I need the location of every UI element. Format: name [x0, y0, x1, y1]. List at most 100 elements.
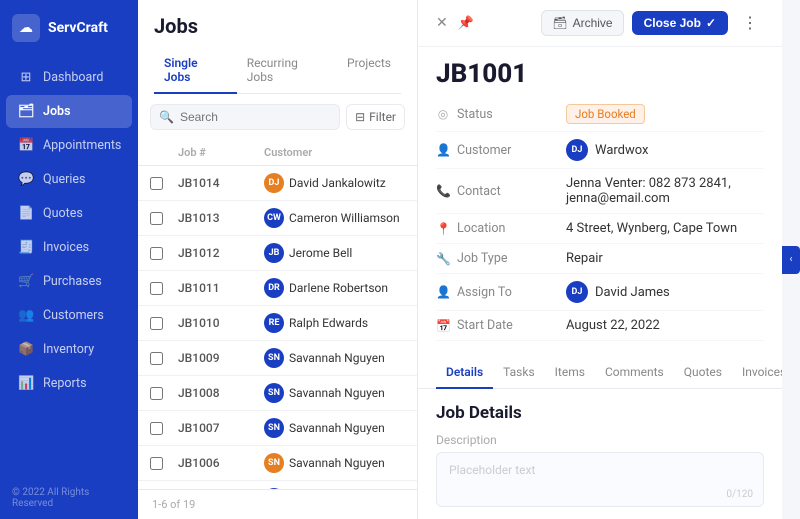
sidebar-item-label: Appointments [43, 138, 121, 153]
sidebar-item-purchases[interactable]: 🛒Purchases [6, 265, 132, 298]
sidebar-item-appointments[interactable]: 📅Appointments [6, 129, 132, 162]
jobs-tab-0[interactable]: Single Jobs [154, 48, 237, 94]
sidebar-item-invoices[interactable]: 🧾Invoices [6, 231, 132, 264]
detail-tab-tasks[interactable]: Tasks [493, 357, 545, 389]
close-icon[interactable]: ✕ [436, 15, 448, 31]
row-checkbox[interactable] [150, 247, 163, 260]
job-id: JB1014 [178, 176, 258, 190]
jobs-tab-1[interactable]: Recurring Jobs [237, 48, 337, 94]
table-row[interactable]: JB1005 SN Savannah Nguyen [138, 481, 417, 489]
job-id: JB1013 [178, 211, 258, 225]
row-checkbox[interactable] [150, 317, 163, 330]
archive-button[interactable]: 🗃 Archive [541, 10, 623, 36]
sidebar-logo: ☁ ServCraft [0, 0, 138, 56]
sidebar-item-queries[interactable]: 💬 Queries [6, 163, 132, 196]
avatar: SN [264, 453, 284, 473]
jobs-search-box[interactable]: 🔍 [150, 104, 340, 130]
jobs-tab-2[interactable]: Projects [337, 48, 401, 94]
status-icon: ◎ [436, 107, 450, 121]
location-label: 📍 Location [436, 221, 566, 236]
job-type-label: 🔧 Job Type [436, 251, 566, 266]
table-row[interactable]: JB1008 SN Savannah Nguyen [138, 376, 417, 411]
avatar: CW [264, 208, 284, 228]
contact-value: Jenna Venter: 082 873 2841, jenna@email.… [566, 176, 764, 206]
location-icon: 📍 [436, 222, 450, 236]
detail-panel: ✕ 📌 🗃 Archive Close Job ✓ ⋮ JB1001 ◎ Sta… [418, 0, 782, 519]
sidebar-footer: © 2022 All Rights Reserved [0, 477, 138, 519]
row-checkbox[interactable] [150, 212, 163, 225]
table-row[interactable]: JB1013 CW Cameron Williamson [138, 201, 417, 236]
table-row[interactable]: JB1014 DJ David Jankalowitz [138, 166, 417, 201]
detail-tab-items[interactable]: Items [545, 357, 595, 389]
job-customer: SN Savannah Nguyen [264, 418, 405, 438]
table-row[interactable]: JB1006 SN Savannah Nguyen [138, 446, 417, 481]
status-value: Job Booked [566, 104, 764, 124]
avatar: JB [264, 243, 284, 263]
row-checkbox[interactable] [150, 352, 163, 365]
detail-tab-details[interactable]: Details [436, 357, 493, 389]
close-job-button[interactable]: Close Job ✓ [632, 11, 728, 35]
description-box[interactable]: Placeholder text 0/120 [436, 452, 764, 507]
table-row[interactable]: JB1009 SN Savannah Nguyen [138, 341, 417, 376]
row-checkbox[interactable] [150, 422, 163, 435]
table-row[interactable]: JB1010 RE Ralph Edwards [138, 306, 417, 341]
start-date-value: August 22, 2022 [566, 318, 764, 333]
job-id: JB1010 [178, 316, 258, 330]
filter-button[interactable]: ⊟ Filter [346, 104, 405, 130]
table-row[interactable]: JB1012 JB Jerome Bell [138, 236, 417, 271]
sidebar-collapse-button[interactable]: ‹ [782, 246, 800, 274]
table-row[interactable]: JB1007 SN Savannah Nguyen [138, 411, 417, 446]
sidebar-item-dashboard[interactable]: ⊞Dashboard [6, 61, 132, 94]
detail-tab-comments[interactable]: Comments [595, 357, 674, 389]
sidebar-item-customers[interactable]: 👥Customers [6, 299, 132, 332]
sidebar-item-inventory[interactable]: 📦Inventory [6, 333, 132, 366]
close-job-icon: ✓ [706, 16, 716, 30]
job-id: JB1006 [178, 456, 258, 470]
detail-tab-invoices[interactable]: Invoices [732, 357, 782, 389]
field-contact: 📞 Contact Jenna Venter: 082 873 2841, je… [436, 169, 764, 214]
queries-icon: 💬 [18, 172, 34, 187]
row-checkbox[interactable] [150, 177, 163, 190]
pin-icon[interactable]: 📌 [458, 16, 474, 31]
row-checkbox[interactable] [150, 387, 163, 400]
sidebar-item-label: Jobs [43, 104, 71, 119]
detail-tab-quotes[interactable]: Quotes [674, 357, 732, 389]
sidebar-item-quotes[interactable]: 📄Quotes [6, 197, 132, 230]
sidebar-item-jobs[interactable]: 🗂Jobs [6, 95, 132, 128]
sidebar-item-label: Queries [43, 172, 85, 187]
col-customer: Customer [264, 146, 405, 159]
customer-name: Jerome Bell [289, 246, 352, 260]
more-options-button[interactable]: ⋮ [736, 11, 764, 35]
field-location: 📍 Location 4 Street, Wynberg, Cape Town [436, 214, 764, 244]
job-customer: RE Ralph Edwards [264, 313, 405, 333]
sidebar-item-label: Inventory [43, 342, 94, 357]
search-icon: 🔍 [159, 110, 174, 124]
avatar: SN [264, 418, 284, 438]
row-checkbox[interactable] [150, 282, 163, 295]
start-date-label: 📅 Start Date [436, 318, 566, 333]
assign-to-value: DJ David James [566, 281, 764, 303]
field-job-type: 🔧 Job Type Repair [436, 244, 764, 274]
search-input[interactable] [180, 110, 331, 124]
char-count: 0/120 [726, 489, 753, 500]
job-customer: SN Savannah Nguyen [264, 348, 405, 368]
sidebar-item-reports[interactable]: 📊 Reports [6, 367, 132, 400]
table-row[interactable]: JB1011 DR Darlene Robertson [138, 271, 417, 306]
topbar-right: 🗃 Archive Close Job ✓ ⋮ [541, 10, 764, 36]
assign-icon: 👤 [436, 285, 450, 299]
jobs-panel-title: Jobs [154, 14, 401, 38]
avatar: SN [264, 383, 284, 403]
sidebar-nav: ⊞Dashboard🗂Jobs📅Appointments 💬 Queries 📄Quo… [0, 56, 138, 477]
quotes-icon: 📄 [18, 206, 34, 221]
row-checkbox[interactable] [150, 457, 163, 470]
sidebar-item-label: Reports [43, 376, 87, 391]
reports-icon: 📊 [18, 376, 34, 391]
job-id: JB1012 [178, 246, 258, 260]
dashboard-icon: ⊞ [18, 70, 34, 85]
job-customer: SN Savannah Nguyen [264, 453, 405, 473]
field-start-date: 📅 Start Date August 22, 2022 [436, 311, 764, 341]
logo-text: ServCraft [48, 20, 108, 36]
detail-job-id: JB1001 [418, 47, 782, 97]
status-label: ◎ Status [436, 107, 566, 122]
job-id: JB1011 [178, 281, 258, 295]
